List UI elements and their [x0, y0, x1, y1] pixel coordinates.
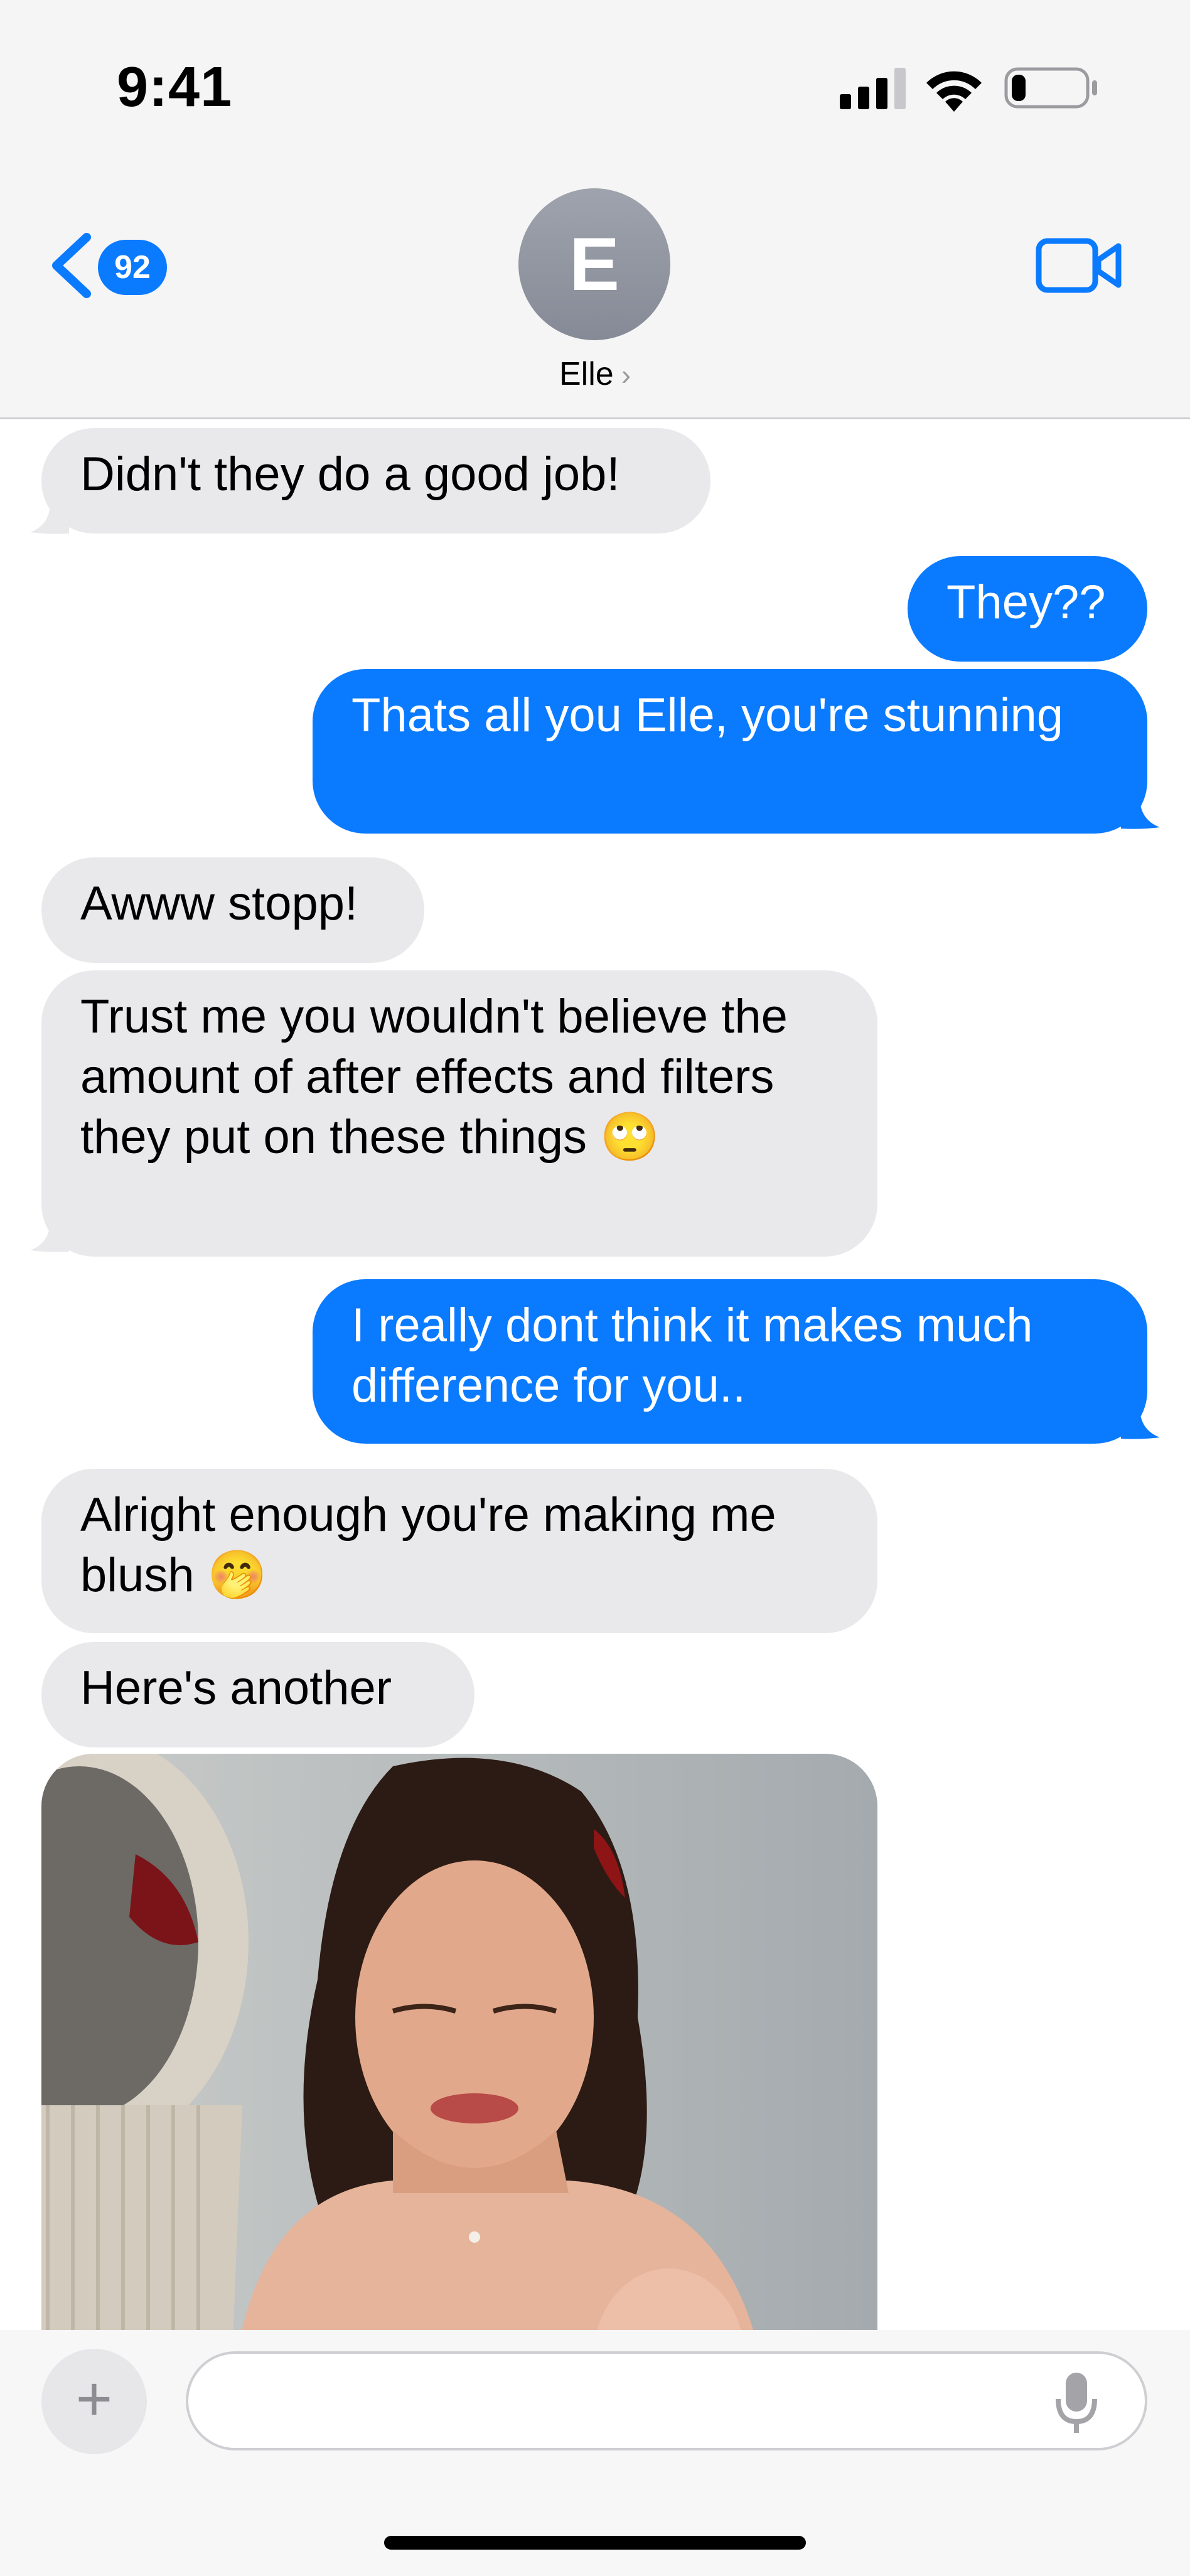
message-bubble-outgoing[interactable]: They?? — [908, 556, 1147, 662]
chevron-right-icon: › — [621, 358, 631, 391]
video-camera-icon[interactable] — [1036, 237, 1123, 294]
message-bubble-incoming[interactable]: Here's another — [41, 1642, 474, 1747]
battery-icon — [1004, 67, 1097, 109]
message-bubble-incoming[interactable]: Awww stopp! — [41, 857, 424, 963]
wifi-icon — [926, 71, 982, 112]
microphone-icon[interactable] — [1054, 2370, 1098, 2435]
message-bubble-outgoing[interactable]: I really dont think it makes much differ… — [313, 1279, 1147, 1444]
message-input[interactable] — [186, 2351, 1147, 2450]
bubble-tail — [30, 502, 69, 534]
back-button[interactable]: 92 — [48, 226, 173, 301]
message-bubble-incoming[interactable]: Didn't they do a good job! — [41, 428, 710, 534]
chevron-left-icon — [52, 233, 91, 298]
unread-count-badge: 92 — [98, 240, 167, 295]
navigation-header: 9:41 92 E Elle › — [0, 0, 1190, 419]
signal-bars-icon — [840, 68, 906, 109]
bubble-tail — [1121, 797, 1160, 829]
add-attachment-button[interactable]: + — [41, 2349, 147, 2454]
photo-attachment[interactable] — [41, 1754, 877, 2419]
status-time: 9:41 — [117, 56, 233, 119]
home-indicator — [384, 2536, 806, 2550]
message-bubble-outgoing[interactable]: Thats all you Elle, you're stunning — [313, 669, 1147, 834]
avatar[interactable]: E — [518, 188, 670, 340]
bubble-tail — [30, 1220, 69, 1252]
photo-image — [41, 1754, 877, 2419]
bubble-tail — [1121, 1407, 1160, 1439]
message-bubble-incoming[interactable]: Trust me you wouldn't believe the amount… — [41, 970, 877, 1257]
contact-name-button[interactable]: Elle › — [0, 355, 1190, 393]
contact-name: Elle — [559, 356, 614, 392]
message-bubble-incoming[interactable]: Alright enough you're making me blush 🤭 — [41, 1469, 877, 1633]
